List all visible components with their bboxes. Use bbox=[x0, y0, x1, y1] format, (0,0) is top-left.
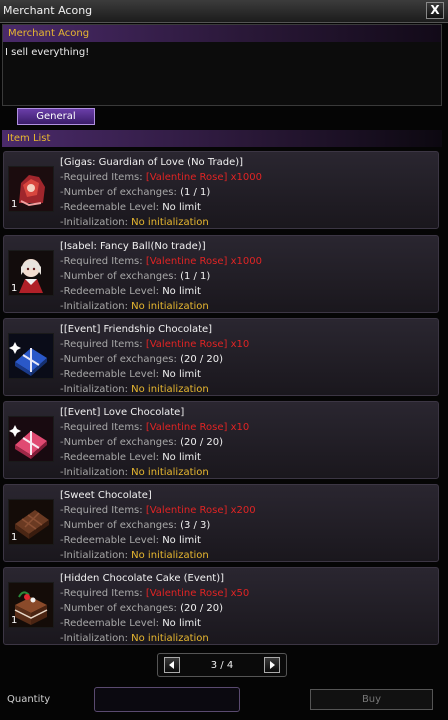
chocolate-bar-icon: 1 bbox=[8, 499, 54, 545]
exchanges-label: -Number of exchanges: bbox=[60, 354, 177, 365]
required-items-label: -Required Items: bbox=[60, 256, 143, 267]
level-value: No limit bbox=[162, 286, 201, 297]
item-card[interactable]: 1 [Isabel: Fancy Ball(No trade)] -Requir… bbox=[3, 235, 439, 313]
level-value: No limit bbox=[162, 618, 201, 629]
level-label: -Redeemable Level: bbox=[60, 618, 160, 629]
item-card[interactable]: 1 [Gigas: Guardian of Love (No Trade)] -… bbox=[3, 151, 439, 229]
required-items-label: -Required Items: bbox=[60, 588, 143, 599]
npc-dialog: I sell everything! bbox=[5, 47, 90, 58]
item-count: 1 bbox=[11, 532, 18, 543]
tab-general[interactable]: General bbox=[17, 108, 95, 125]
level-value: No limit bbox=[162, 369, 201, 380]
npc-name: Merchant Acong bbox=[3, 25, 441, 42]
exchanges-value: (1 / 1) bbox=[180, 187, 211, 198]
exchanges-label: -Number of exchanges: bbox=[60, 187, 177, 198]
level-label: -Redeemable Level: bbox=[60, 452, 160, 463]
exchanges-label: -Number of exchanges: bbox=[60, 437, 177, 448]
initialization-value: No initialization bbox=[131, 384, 209, 395]
title-bar: Merchant Acong X bbox=[0, 0, 448, 23]
buy-button[interactable]: Buy bbox=[310, 689, 433, 710]
required-items-label: -Required Items: bbox=[60, 339, 143, 350]
item-name: [Sweet Chocolate] bbox=[60, 490, 152, 501]
item-name: [[Event] Friendship Chocolate] bbox=[60, 324, 213, 335]
initialization-value: No initialization bbox=[131, 217, 209, 228]
item-card[interactable]: 1 [Sweet Chocolate] -Required Items: [Va… bbox=[3, 484, 439, 562]
exchanges-value: (3 / 3) bbox=[180, 520, 211, 531]
item-card[interactable]: 1 [Hidden Chocolate Cake (Event)] -Requi… bbox=[3, 567, 439, 645]
item-count: 1 bbox=[11, 199, 18, 210]
level-value: No limit bbox=[162, 535, 201, 546]
initialization-label: -Initialization: bbox=[60, 633, 128, 644]
npc-panel: Merchant Acong I sell everything! bbox=[2, 24, 442, 106]
level-label: -Redeemable Level: bbox=[60, 369, 160, 380]
exchanges-value: (20 / 20) bbox=[180, 437, 224, 448]
initialization-value: No initialization bbox=[131, 550, 209, 561]
initialization-label: -Initialization: bbox=[60, 217, 128, 228]
level-value: No limit bbox=[162, 452, 201, 463]
item-count: 1 bbox=[11, 615, 18, 626]
item-name: [Hidden Chocolate Cake (Event)] bbox=[60, 573, 225, 584]
initialization-value: No initialization bbox=[131, 633, 209, 644]
level-label: -Redeemable Level: bbox=[60, 202, 160, 213]
initialization-label: -Initialization: bbox=[60, 550, 128, 561]
required-items-value: [Valentine Rose] x10 bbox=[145, 339, 250, 350]
gigas-armor-icon: 1 bbox=[8, 166, 54, 212]
required-items-value: [Valentine Rose] x10 bbox=[145, 422, 250, 433]
required-items-value: [Valentine Rose] x200 bbox=[145, 505, 256, 516]
exchanges-value: (1 / 1) bbox=[180, 271, 211, 282]
exchanges-value: (20 / 20) bbox=[180, 354, 224, 365]
required-items-label: -Required Items: bbox=[60, 505, 143, 516]
initialization-value: No initialization bbox=[131, 301, 209, 312]
isabel-doll-icon: 1 bbox=[8, 250, 54, 296]
exchanges-label: -Number of exchanges: bbox=[60, 520, 177, 531]
exchanges-label: -Number of exchanges: bbox=[60, 271, 177, 282]
quantity-label: Quantity bbox=[7, 694, 51, 705]
exchanges-value: (20 / 20) bbox=[180, 603, 224, 614]
pink-chocolate-box-icon bbox=[8, 416, 54, 462]
close-button[interactable]: X bbox=[426, 2, 444, 19]
item-list-header: Item List bbox=[2, 130, 442, 147]
item-count: 1 bbox=[11, 283, 18, 294]
initialization-value: No initialization bbox=[131, 467, 209, 478]
chocolate-cake-icon: 1 bbox=[8, 582, 54, 628]
level-label: -Redeemable Level: bbox=[60, 535, 160, 546]
next-page-button[interactable] bbox=[264, 657, 280, 673]
required-items-label: -Required Items: bbox=[60, 172, 143, 183]
initialization-label: -Initialization: bbox=[60, 467, 128, 478]
required-items-value: [Valentine Rose] x1000 bbox=[145, 256, 262, 267]
level-value: No limit bbox=[162, 202, 201, 213]
required-items-value: [Valentine Rose] x50 bbox=[145, 588, 250, 599]
item-card[interactable]: [[Event] Love Chocolate] -Required Items… bbox=[3, 401, 439, 479]
exchanges-label: -Number of exchanges: bbox=[60, 603, 177, 614]
required-items-value: [Valentine Rose] x1000 bbox=[145, 172, 262, 183]
arrow-right-icon bbox=[270, 661, 275, 669]
item-card[interactable]: [[Event] Friendship Chocolate] -Required… bbox=[3, 318, 439, 396]
pagination: 3 / 4 bbox=[157, 653, 287, 677]
item-name: [Isabel: Fancy Ball(No trade)] bbox=[60, 241, 206, 252]
window-title: Merchant Acong bbox=[3, 4, 93, 17]
level-label: -Redeemable Level: bbox=[60, 286, 160, 297]
close-icon: X bbox=[430, 3, 440, 17]
blue-chocolate-box-icon bbox=[8, 333, 54, 379]
item-name: [[Event] Love Chocolate] bbox=[60, 407, 185, 418]
quantity-input[interactable] bbox=[94, 687, 240, 712]
item-name: [Gigas: Guardian of Love (No Trade)] bbox=[60, 157, 244, 168]
initialization-label: -Initialization: bbox=[60, 301, 128, 312]
initialization-label: -Initialization: bbox=[60, 384, 128, 395]
required-items-label: -Required Items: bbox=[60, 422, 143, 433]
